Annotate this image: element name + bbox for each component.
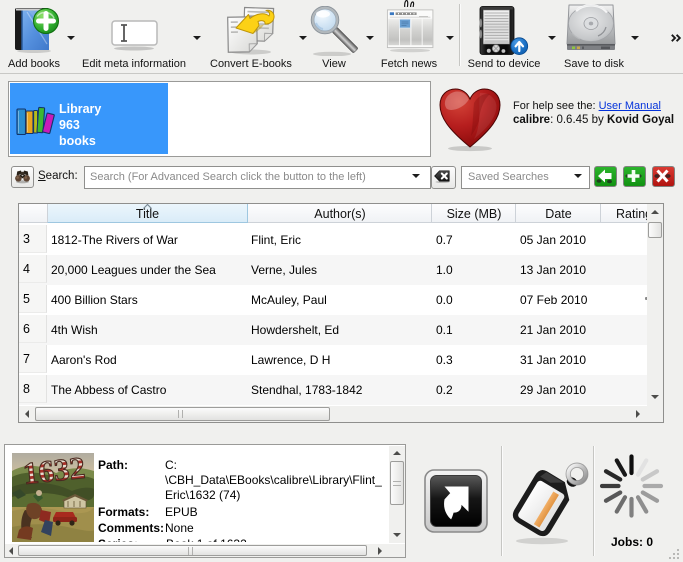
svg-text:1632: 1632 xyxy=(21,453,86,491)
